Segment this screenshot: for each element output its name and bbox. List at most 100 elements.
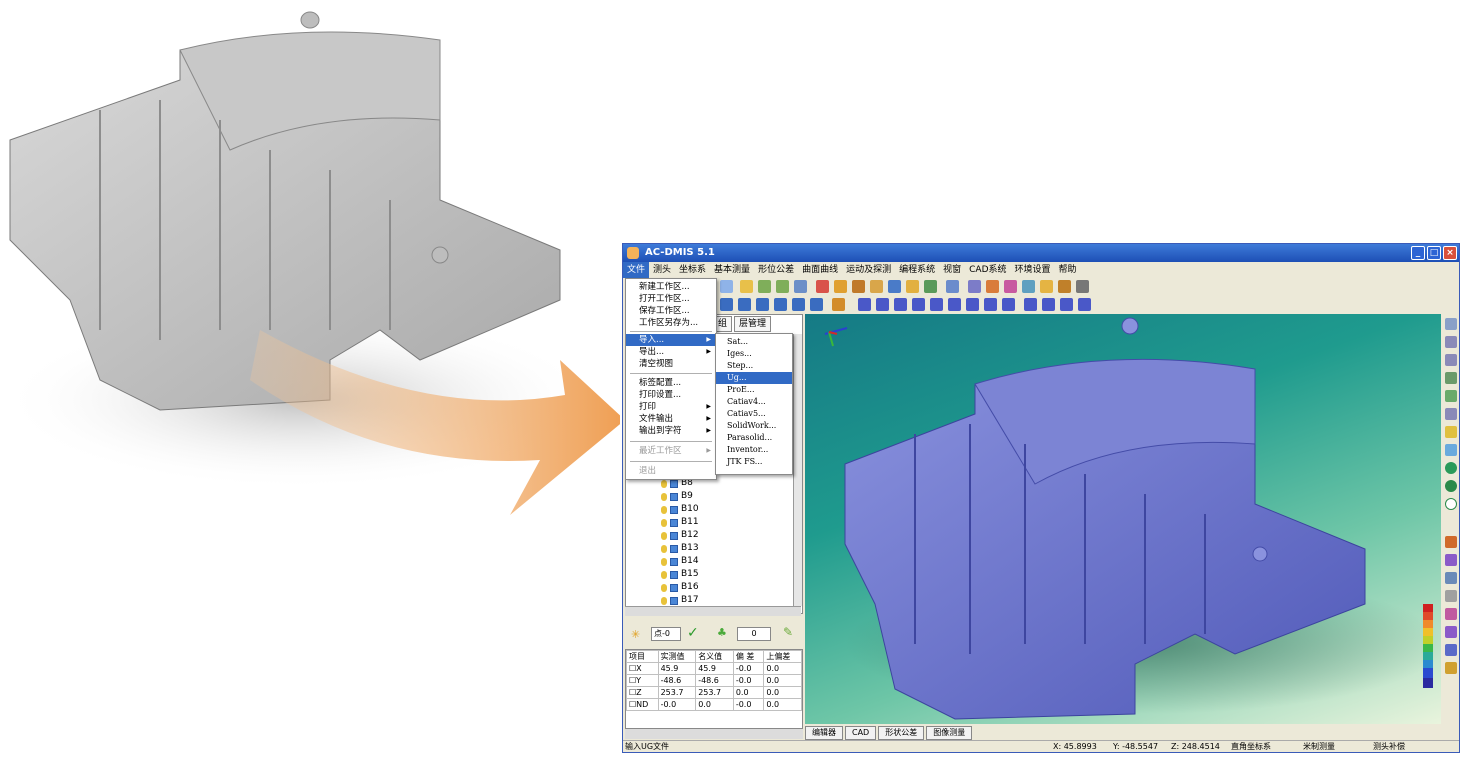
tree-item[interactable]: B11 — [661, 516, 791, 529]
total-runout-icon[interactable] — [1002, 298, 1015, 311]
tree-vertical-scrollbar[interactable] — [793, 334, 802, 606]
tab-image-measure[interactable]: 图像测量 — [926, 726, 973, 740]
menu-tolerance[interactable]: 形位公差 — [754, 262, 798, 278]
iso-view-icon[interactable] — [1445, 554, 1457, 566]
menu-programming[interactable]: 编程系统 — [895, 262, 939, 278]
tree-item[interactable]: B14 — [661, 555, 791, 568]
tab-cad[interactable]: CAD — [845, 726, 877, 740]
menu-print-settings[interactable]: 打印设置... — [626, 389, 716, 401]
parallel-icon[interactable] — [858, 298, 871, 311]
plot-tool-icon[interactable] — [1058, 280, 1071, 293]
snap-icon[interactable] — [1445, 590, 1457, 602]
paint-icon[interactable] — [1445, 608, 1457, 620]
shaded-sphere-icon[interactable] — [1445, 462, 1457, 474]
axis-tool-icon[interactable] — [870, 280, 883, 293]
bulb-icon[interactable] — [661, 505, 667, 514]
tree-item[interactable]: B10 — [661, 503, 791, 516]
tree-item[interactable]: B13 — [661, 542, 791, 555]
menu-settings[interactable]: 环境设置 — [1011, 262, 1055, 278]
table-row[interactable]: ☐X 45.9 45.9 -0.0 0.0 — [626, 662, 802, 675]
bulb-icon[interactable] — [661, 583, 667, 592]
tab-editor[interactable]: 编辑器 — [805, 726, 843, 740]
bulb-icon[interactable] — [661, 479, 667, 488]
bulb-icon[interactable] — [661, 596, 667, 605]
menu-surface-curve[interactable]: 曲面曲线 — [798, 262, 842, 278]
cone-tool-icon[interactable] — [924, 280, 937, 293]
import-solidwork[interactable]: SolidWork... — [716, 420, 792, 432]
point-feature-icon[interactable] — [720, 298, 733, 311]
report-icon[interactable] — [832, 298, 845, 311]
cone-feature-icon[interactable] — [810, 298, 823, 311]
stylus-tool-icon[interactable] — [1076, 280, 1089, 293]
save-as-icon[interactable] — [776, 280, 789, 293]
menu-file[interactable]: 文件 — [623, 262, 650, 278]
coaxiality-icon[interactable] — [948, 298, 961, 311]
import-ug[interactable]: Ug... — [716, 372, 792, 384]
symmetry-icon[interactable] — [966, 298, 979, 311]
menu-basic-measure[interactable]: 基本测量 — [710, 262, 754, 278]
align-tool-icon[interactable] — [852, 280, 865, 293]
concentricity-icon[interactable] — [930, 298, 943, 311]
confirm-check-icon[interactable]: ✓ — [687, 625, 699, 641]
zoom-in-icon[interactable] — [1445, 336, 1457, 348]
menu-output-to-text[interactable]: 输出到字符 ▶ — [626, 425, 716, 437]
menu-motion[interactable]: 运动及探测 — [842, 262, 895, 278]
image-icon[interactable] — [1445, 644, 1457, 656]
count-field[interactable]: 0 — [737, 627, 771, 641]
sun-icon[interactable]: ✳ — [631, 628, 640, 641]
menu-print[interactable]: 打印 ▶ — [626, 401, 716, 413]
rotate-view-icon[interactable] — [1445, 390, 1457, 402]
sphere-tool-icon[interactable] — [906, 280, 919, 293]
import-parasolid[interactable]: Parasolid... — [716, 432, 792, 444]
import-sat[interactable]: Sat... — [716, 336, 792, 348]
copy-tool-icon[interactable] — [720, 280, 733, 293]
wire-sphere-icon[interactable] — [1445, 480, 1457, 492]
view-fit-icon[interactable] — [1445, 318, 1457, 330]
menu-probe[interactable]: 测头 — [649, 262, 675, 278]
menu-new-workspace[interactable]: 新建工作区... — [626, 281, 716, 293]
cylindricity-icon[interactable] — [1078, 298, 1091, 311]
screen-icon[interactable] — [1445, 626, 1457, 638]
perpendicular-icon[interactable] — [876, 298, 889, 311]
bulb-icon[interactable] — [661, 557, 667, 566]
cylinder-feature-icon[interactable] — [792, 298, 805, 311]
plane-feature-icon[interactable] — [756, 298, 769, 311]
menu-export[interactable]: 导出... ▶ — [626, 346, 716, 358]
sketch-icon[interactable] — [1445, 536, 1457, 548]
bulb-icon[interactable] — [661, 544, 667, 553]
plane-tool-icon[interactable] — [986, 280, 999, 293]
table-row[interactable]: ☐Y -48.6 -48.6 -0.0 0.0 — [626, 674, 802, 687]
layer-icon[interactable] — [1445, 572, 1457, 584]
open-folder-icon[interactable] — [740, 280, 753, 293]
grid-tool-icon[interactable] — [968, 280, 981, 293]
import-inventor[interactable]: Inventor... — [716, 444, 792, 456]
hidden-line-icon[interactable] — [1445, 498, 1457, 510]
angularity-icon[interactable] — [894, 298, 907, 311]
table-row[interactable]: ☐Z 253.7 253.7 0.0 0.0 — [626, 686, 802, 699]
menu-label-config[interactable]: 标签配置... — [626, 377, 716, 389]
window-zoom-icon[interactable] — [1445, 426, 1457, 438]
menu-import[interactable]: 导入... ▶ — [626, 334, 716, 346]
table-row[interactable]: ☐ND -0.0 0.0 -0.0 0.0 — [626, 698, 802, 711]
line-feature-icon[interactable] — [738, 298, 751, 311]
point-field[interactable]: 点-0 — [651, 627, 681, 641]
cube-view-icon[interactable] — [1445, 372, 1457, 384]
close-button[interactable]: × — [1443, 246, 1457, 260]
import-jtk-fs[interactable]: JTK FS... — [716, 456, 792, 468]
tree-item[interactable]: B12 — [661, 529, 791, 542]
menu-file-output[interactable]: 文件输出 ▶ — [626, 413, 716, 425]
save-icon[interactable] — [758, 280, 771, 293]
tree-horizontal-scrollbar[interactable] — [625, 606, 801, 616]
bulb-icon[interactable] — [661, 570, 667, 579]
flatness-icon[interactable] — [1042, 298, 1055, 311]
menu-clear-view[interactable]: 清空视图 — [626, 358, 716, 370]
tree-item[interactable]: B16 — [661, 581, 791, 594]
maximize-button[interactable]: □ — [1427, 246, 1441, 260]
menu-open-workspace[interactable]: 打开工作区... — [626, 293, 716, 305]
circle-feature-icon[interactable] — [774, 298, 787, 311]
curve-tool-icon[interactable] — [1022, 280, 1035, 293]
menu-cad[interactable]: CAD系统 — [965, 262, 1010, 278]
menu-recent-workspace[interactable]: 最近工作区 ▶ — [626, 445, 716, 457]
section-icon[interactable] — [1445, 444, 1457, 456]
menu-save-workspace[interactable]: 保存工作区... — [626, 305, 716, 317]
